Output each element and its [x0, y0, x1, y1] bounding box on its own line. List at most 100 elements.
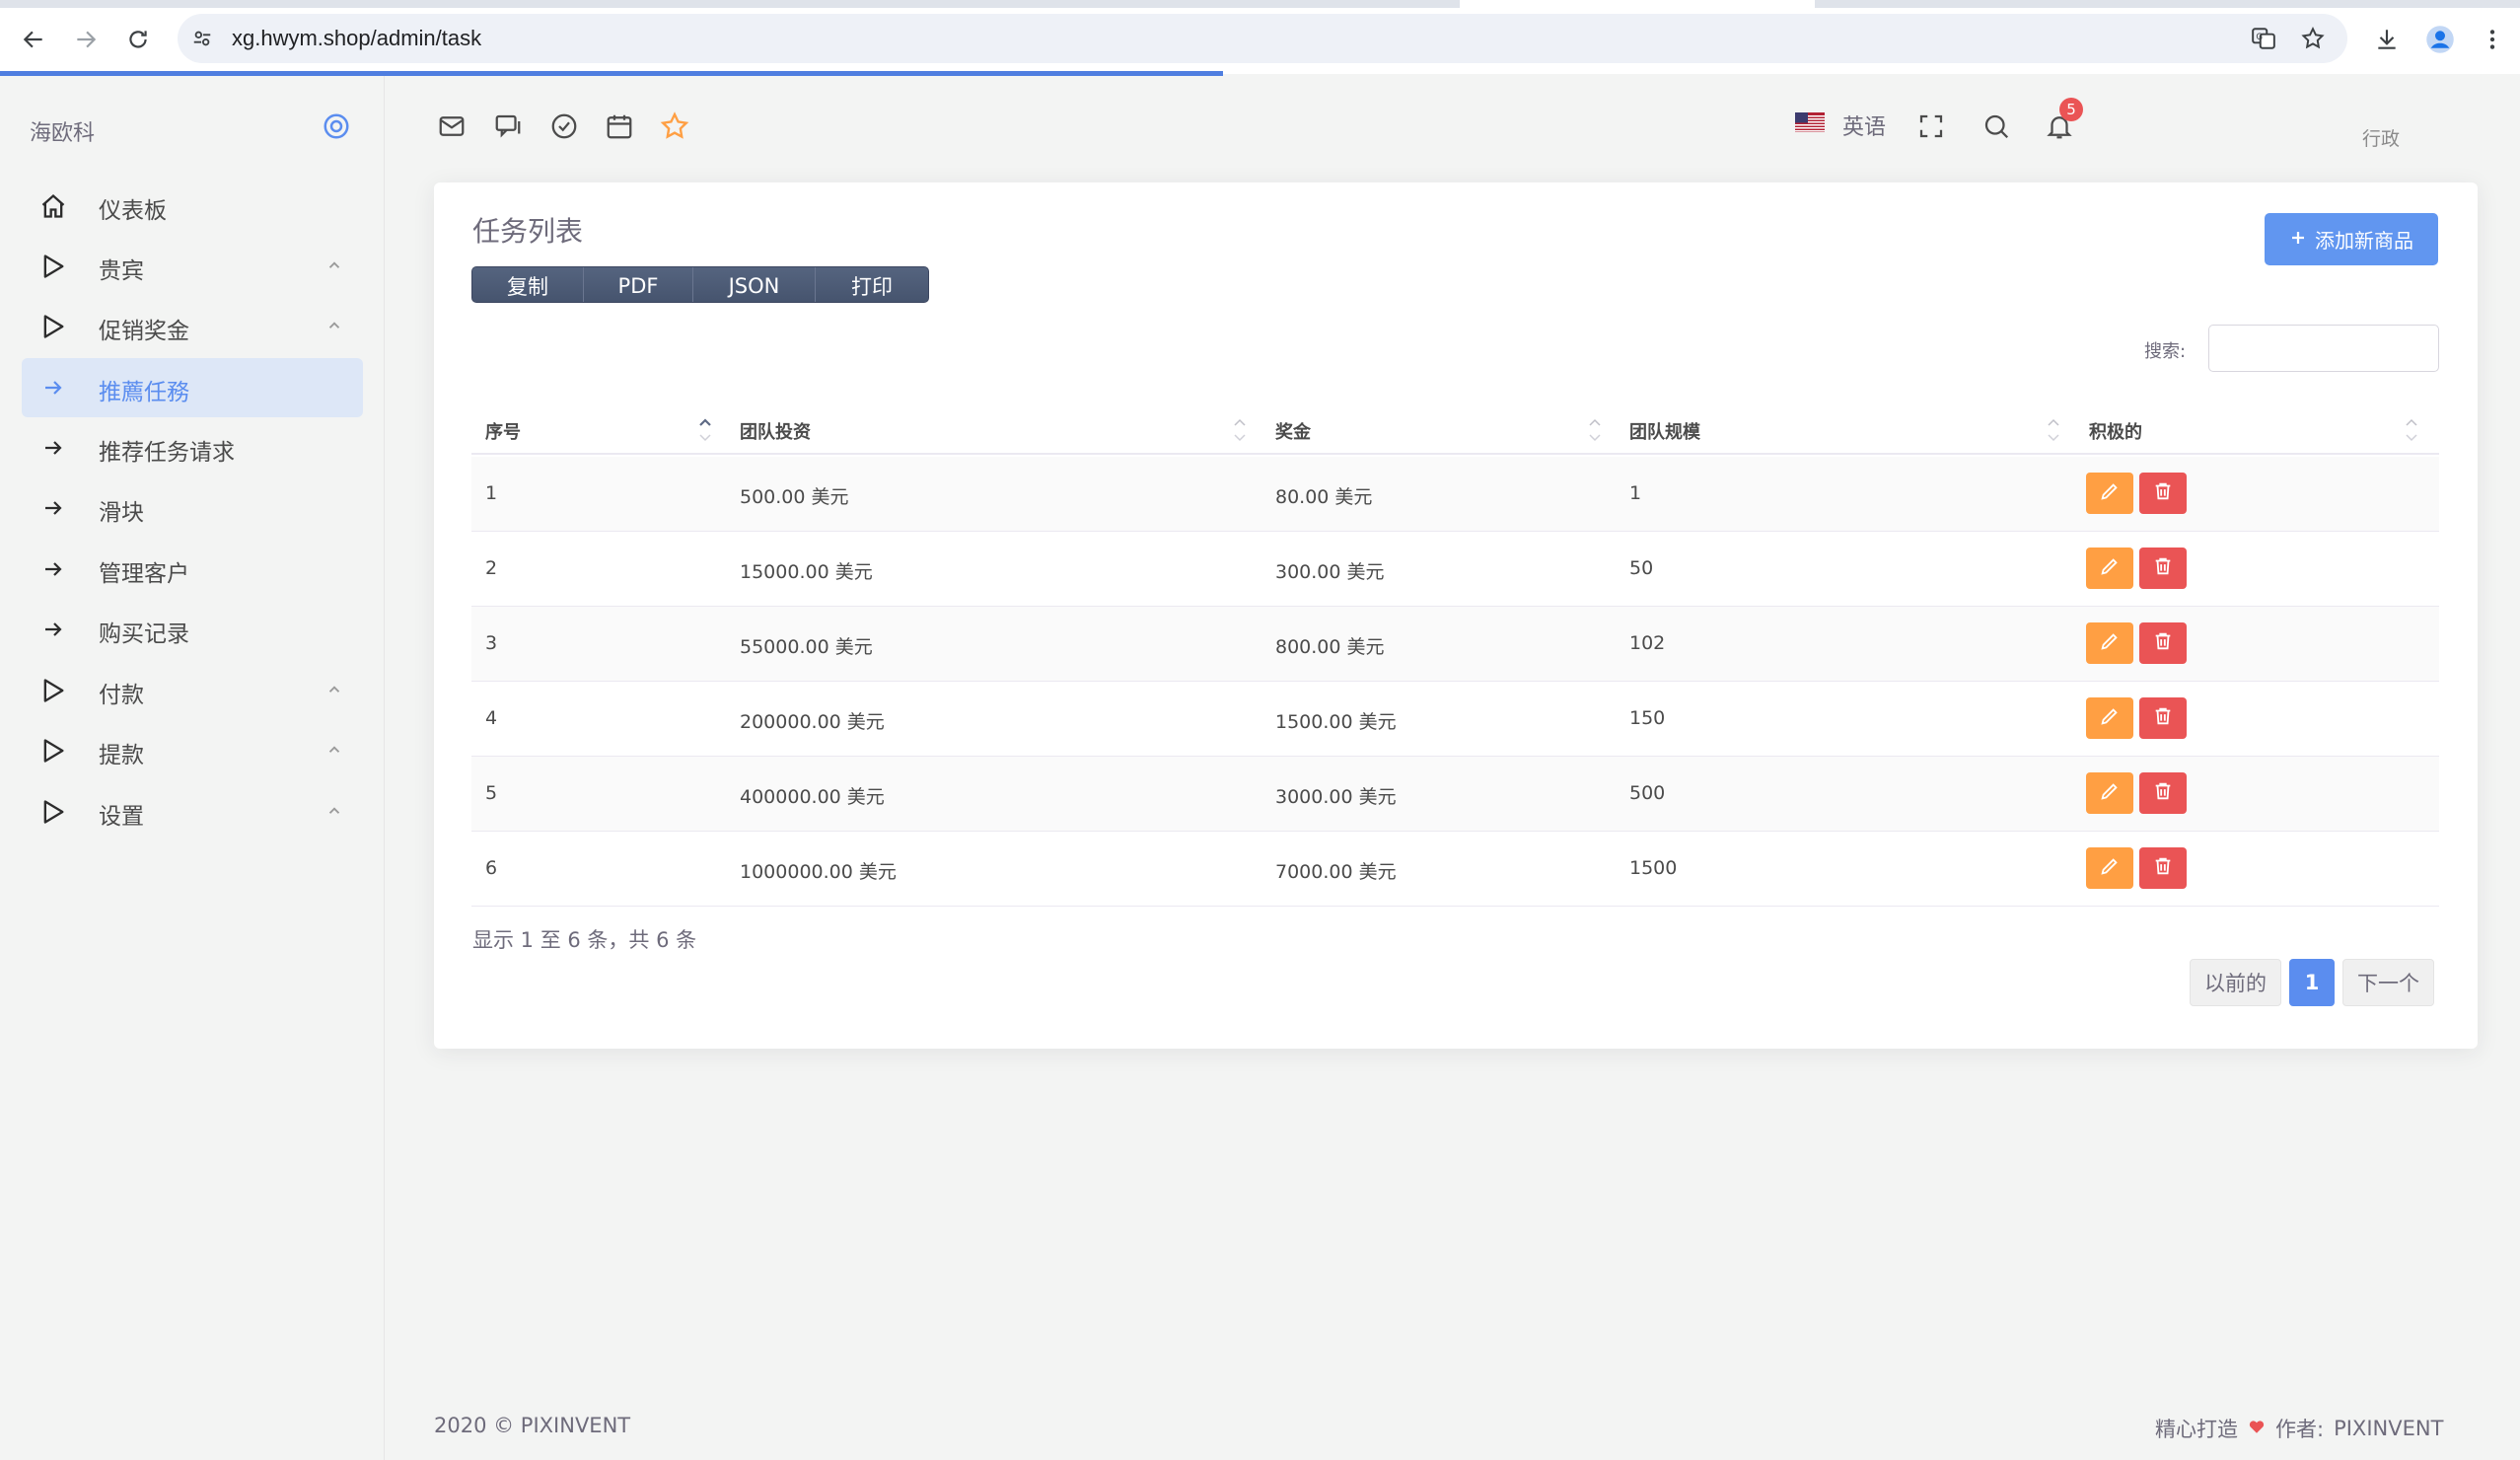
sidebar-item-payments[interactable]: 付款 [22, 661, 363, 720]
sidebar-item-withdrawals[interactable]: 提款 [22, 721, 363, 780]
table-info-text: 显示 1 至 6 条，共 6 条 [472, 928, 697, 952]
browser-menu-icon[interactable] [2471, 18, 2514, 61]
site-settings-icon[interactable] [187, 24, 217, 53]
arrow-right-icon [39, 374, 67, 402]
delete-button[interactable] [2139, 622, 2187, 664]
footer-author-link[interactable]: PIXINVENT [2334, 1417, 2443, 1440]
cell-index: 1 [485, 482, 498, 504]
back-icon[interactable] [12, 18, 55, 61]
footer-credits: 精心打造 作者: PIXINVENT [2155, 1414, 2443, 1443]
delete-button[interactable] [2139, 697, 2187, 739]
sidebar-item-purchase-records[interactable]: 购买记录 [22, 600, 363, 659]
arrow-right-icon [39, 434, 67, 462]
table-header: 序号 团队投资 奖金 团队规模 积极的 [471, 400, 2439, 455]
sidebar-item-referral-task-request[interactable]: 推荐任务请求 [22, 418, 363, 477]
reload-icon[interactable] [116, 18, 160, 61]
fullscreen-icon[interactable] [1913, 109, 1949, 144]
arrow-right-icon [39, 616, 67, 643]
sidebar-item-manage-customers[interactable]: 管理客户 [22, 540, 363, 599]
page-1-button[interactable]: 1 [2289, 959, 2335, 1006]
export-button-group: 复制 PDF JSON 打印 [471, 266, 929, 303]
user-role[interactable]: 行政 [2362, 124, 2400, 151]
print-button[interactable]: 打印 [816, 267, 928, 302]
trash-icon [2152, 480, 2174, 506]
cell-team-size: 150 [1629, 707, 1666, 729]
sidebar-item-label: 仪表板 [99, 198, 167, 224]
language-selector[interactable]: 英语 [1842, 110, 1886, 141]
address-bar[interactable]: xg.hwym.shop/admin/task G [178, 14, 2347, 63]
tab-strip [0, 0, 2520, 8]
brand-name[interactable]: 海欧科 [30, 115, 95, 147]
cell-team-size: 1500 [1629, 857, 1678, 879]
sort-asc-icon[interactable] [698, 415, 712, 445]
sidebar-item-settings[interactable]: 设置 [22, 782, 363, 841]
delete-button[interactable] [2139, 473, 2187, 514]
search-input[interactable] [2208, 325, 2439, 372]
sidebar-item-dashboard[interactable]: 仪表板 [22, 177, 363, 236]
column-header-bonus[interactable]: 奖金 [1275, 400, 1311, 455]
sort-icon[interactable] [2405, 415, 2418, 445]
search-icon[interactable] [1979, 109, 2014, 144]
check-circle-icon[interactable] [546, 109, 582, 144]
delete-button[interactable] [2139, 548, 2187, 589]
sidebar-item-slider[interactable]: 滑块 [22, 478, 363, 538]
sidebar-item-label: 购买记录 [99, 621, 189, 647]
json-button[interactable]: JSON [693, 267, 816, 302]
us-flag-icon[interactable] [1795, 112, 1825, 132]
table-row: 1 500.00 美元 80.00 美元 1 [471, 457, 2439, 532]
sidebar-item-promotion-bonus[interactable]: 促销奖金 [22, 297, 363, 356]
sidebar-item-label: 提款 [99, 743, 144, 768]
cell-index: 4 [485, 707, 498, 729]
mail-icon[interactable] [434, 109, 469, 144]
cell-investment: 200000.00 美元 [740, 711, 885, 733]
download-icon[interactable] [2365, 18, 2409, 61]
cell-investment: 55000.00 美元 [740, 636, 873, 658]
column-header-actions[interactable]: 积极的 [2089, 400, 2142, 455]
sidebar-item-vip[interactable]: 贵宾 [22, 237, 363, 296]
calendar-icon[interactable] [602, 109, 637, 144]
edit-button[interactable] [2086, 847, 2133, 889]
url-text[interactable]: xg.hwym.shop/admin/task [232, 26, 481, 51]
prev-page-button[interactable]: 以前的 [2190, 959, 2281, 1006]
bookmark-star-icon[interactable] [2298, 24, 2328, 53]
play-icon [39, 737, 67, 765]
column-header-team-size[interactable]: 团队规模 [1629, 400, 1700, 455]
sort-icon[interactable] [1233, 415, 1247, 445]
profile-avatar-icon[interactable] [2418, 18, 2462, 61]
sort-icon[interactable] [1588, 415, 1602, 445]
chevron-up-icon [325, 741, 343, 759]
sort-icon[interactable] [2047, 415, 2060, 445]
sidebar-toggle-icon[interactable] [322, 111, 351, 141]
cell-investment: 1000000.00 美元 [740, 861, 897, 883]
forward-icon[interactable] [64, 18, 108, 61]
add-new-button[interactable]: 添加新商品 [2265, 213, 2438, 265]
delete-button[interactable] [2139, 772, 2187, 814]
sidebar-item-referral-task[interactable]: 推薦任務 [22, 358, 363, 417]
chevron-up-icon [325, 681, 343, 698]
trash-icon [2152, 705, 2174, 731]
edit-button[interactable] [2086, 697, 2133, 739]
pdf-button[interactable]: PDF [584, 267, 693, 302]
sidebar-item-label: 付款 [99, 683, 144, 708]
sidebar-item-label: 推薦任務 [99, 380, 189, 405]
table-row: 2 15000.00 美元 300.00 美元 50 [471, 532, 2439, 607]
edit-button[interactable] [2086, 473, 2133, 514]
delete-button[interactable] [2139, 847, 2187, 889]
star-icon[interactable] [657, 109, 692, 144]
copy-button[interactable]: 复制 [472, 267, 584, 302]
active-tab[interactable] [1460, 0, 1815, 8]
next-page-button[interactable]: 下一个 [2342, 959, 2434, 1006]
edit-button[interactable] [2086, 622, 2133, 664]
notification-badge: 5 [2059, 98, 2083, 121]
chat-icon[interactable] [490, 109, 526, 144]
arrow-right-icon [39, 555, 67, 583]
column-header-investment[interactable]: 团队投资 [740, 400, 811, 455]
edit-button[interactable] [2086, 772, 2133, 814]
cell-team-size: 50 [1629, 557, 1654, 579]
edit-button[interactable] [2086, 548, 2133, 589]
sidebar-item-label: 设置 [99, 804, 144, 830]
sidebar-item-label: 滑块 [99, 500, 144, 526]
translate-icon[interactable]: G [2249, 24, 2278, 53]
play-icon [39, 253, 67, 280]
column-header-index[interactable]: 序号 [485, 400, 521, 455]
